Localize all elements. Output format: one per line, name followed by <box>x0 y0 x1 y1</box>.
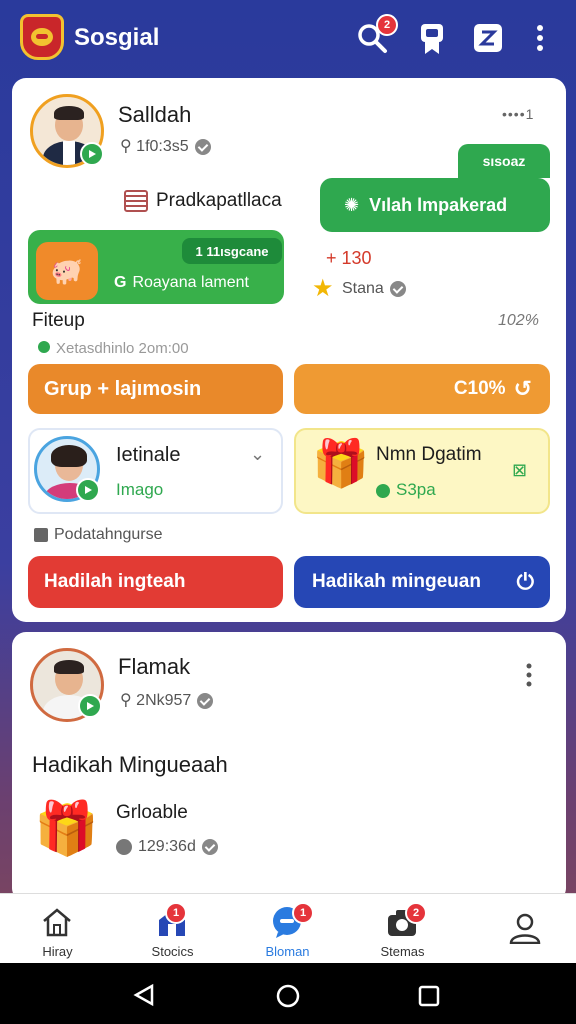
more-vert-icon[interactable] <box>532 22 548 54</box>
search-badge: 2 <box>376 14 398 36</box>
back-icon[interactable] <box>132 983 156 1007</box>
home-icon <box>43 908 71 937</box>
list-icon <box>124 190 148 212</box>
profile-name: Flamak <box>118 654 191 679</box>
verified-icon <box>197 692 214 709</box>
gift-box-icon: 🎁 <box>34 800 99 858</box>
section-title: Fiteup <box>32 310 85 331</box>
nav-item-bloman[interactable]: 1 Bloman <box>230 894 345 964</box>
nav-label: Stocics <box>151 944 194 959</box>
power-icon: ⏻ <box>516 569 534 594</box>
coin-icon <box>116 838 132 855</box>
more-vert-icon[interactable] <box>524 662 534 693</box>
nav-badge: 2 <box>405 902 427 924</box>
search-icon[interactable]: 2 <box>356 14 398 54</box>
online-badge-icon <box>76 478 100 502</box>
section-right: 102% <box>498 312 539 329</box>
system-navigation-bar <box>0 963 576 1024</box>
profile-stat: ⚲ 2Nk957 <box>120 690 214 710</box>
g-icon: G <box>114 274 127 291</box>
nav-item-stemas[interactable]: 2 Stemas <box>345 894 460 964</box>
mail-icon[interactable]: ⊠ <box>512 460 527 481</box>
verified-icon <box>389 280 406 297</box>
verified-icon <box>201 838 218 855</box>
piggy-bank-icon: 🐖 <box>36 242 98 300</box>
friend-sub: Imago <box>116 480 164 499</box>
section-heading: Hadikah Mingueaah <box>32 752 228 777</box>
green-action-button[interactable]: ✺ Vılah lmpakerad <box>320 178 550 232</box>
status-dot-icon <box>38 341 50 353</box>
nav-label: Hiray <box>42 944 73 959</box>
friend-name: Ietinale <box>116 444 181 466</box>
blue-action-button[interactable]: Hadikah mingeuan ⏻ <box>294 556 550 608</box>
profile-icon <box>509 913 541 944</box>
box-icon <box>34 527 48 542</box>
orange-right-button[interactable]: C10% ↺ <box>294 364 550 414</box>
feed-card-secondary: Flamak ⚲ 2Nk957 Hadikah Mingueaah 🎁 Grlo… <box>12 632 566 902</box>
edit-icon[interactable] <box>472 22 504 54</box>
chevron-down-icon[interactable]: ⌄ <box>250 444 265 465</box>
item-name: Grloable <box>116 802 188 823</box>
bottom-navigation: Hiray 1 Stocics 1 Bloman 2 Stemas <box>0 893 576 963</box>
nav-badge: 1 <box>292 902 314 924</box>
nav-label: Stemas <box>380 944 425 959</box>
promo-text: G Roayana lament <box>114 274 249 291</box>
top-app-bar: Sosgial 2 <box>0 0 576 78</box>
app-logo <box>20 14 64 60</box>
red-action-button[interactable]: Hadilah ingteah <box>28 556 283 608</box>
promo-tag: 1 11ısgcane <box>182 238 282 264</box>
label-chip[interactable]: Pradkapatllaca <box>124 190 282 212</box>
profile-name: Salldah <box>118 102 192 127</box>
refresh-icon: ↺ <box>513 376 532 401</box>
bug-icon: ✺ <box>344 194 360 215</box>
profile-stat: ⚲ 1f0:3s5 <box>120 136 211 156</box>
star-icon: ★ <box>312 275 334 302</box>
recents-icon[interactable] <box>418 985 440 1007</box>
item-stat: 129:36d <box>116 838 218 856</box>
gift-sub: S3pa <box>376 480 436 500</box>
orange-left-button[interactable]: Grup + lajımosin <box>28 364 283 414</box>
points-value: + 130 <box>326 248 372 268</box>
gift-name: Nmn Dgatim <box>376 444 482 465</box>
nav-label: Bloman <box>265 944 310 959</box>
footer-label: Podatahngurse <box>34 526 163 544</box>
nav-item-profile[interactable] <box>460 894 576 964</box>
feed-card-main: Salldah ⚲ 1f0:3s5 ••••1 Pradkapatllaca s… <box>12 78 566 622</box>
card-menu-icon[interactable]: ••••1 <box>502 106 534 122</box>
bookmark-icon[interactable] <box>416 22 448 54</box>
points-label: ★ Stana <box>312 274 406 303</box>
nav-badge: 1 <box>165 902 187 924</box>
link-icon: ⚲ <box>120 692 137 709</box>
link-icon: ⚲ <box>120 138 137 155</box>
nav-item-home[interactable]: Hiray <box>0 894 115 964</box>
gift-box-icon: 🎁 <box>312 437 370 489</box>
app-title: Sosgial <box>74 24 160 51</box>
status-dot-icon <box>376 483 390 498</box>
verified-icon <box>194 138 211 155</box>
online-badge-icon <box>80 142 104 166</box>
nav-item-stocics[interactable]: 1 Stocics <box>115 894 230 964</box>
online-badge-icon <box>78 694 102 718</box>
home-circle-icon[interactable] <box>275 983 301 1009</box>
section-sub: Xetasdhinlo 2om:00 <box>38 340 189 357</box>
green-tag: sısoaz <box>458 144 550 178</box>
